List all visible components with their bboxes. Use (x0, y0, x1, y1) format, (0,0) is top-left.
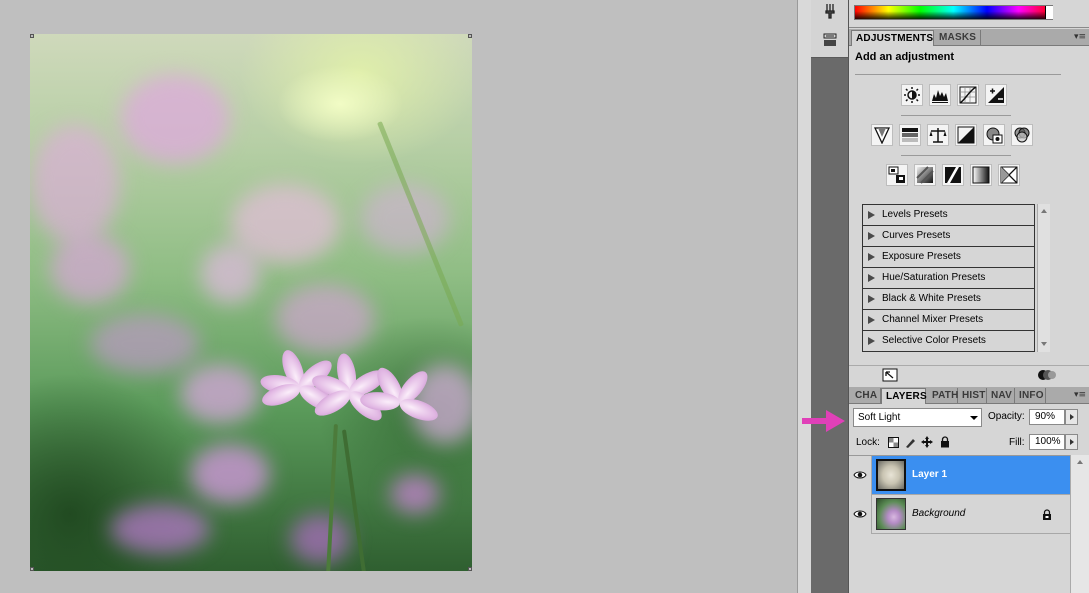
expand-triangle-icon[interactable] (868, 274, 875, 282)
flower-photo (30, 34, 472, 571)
adjustments-title: Add an adjustment (855, 51, 955, 63)
layer-name[interactable]: Layer 1 (912, 469, 947, 480)
levels-icon[interactable] (929, 84, 951, 106)
presets-scrollbar[interactable] (1037, 204, 1050, 352)
layer-thumbnail[interactable] (876, 498, 906, 530)
lock-label: Lock: (856, 437, 880, 448)
vibrance-icon[interactable] (871, 124, 893, 146)
separator (901, 155, 1011, 156)
scroll-up-icon[interactable] (1077, 460, 1083, 464)
tab-info[interactable]: INFO (1015, 388, 1046, 404)
opacity-field[interactable]: 90% (1029, 409, 1065, 425)
lock-position-icon[interactable] (921, 436, 933, 448)
color-ramp[interactable] (854, 5, 1053, 20)
white-swatch[interactable] (1045, 6, 1053, 19)
expand-triangle-icon[interactable] (868, 316, 875, 324)
invert-icon[interactable] (886, 164, 908, 186)
preset-label: Black & White Presets (882, 293, 981, 304)
black-white-icon[interactable] (955, 124, 977, 146)
tab-navigator[interactable]: NAV (987, 388, 1015, 404)
tab-masks[interactable]: MASKS (935, 30, 981, 46)
collapsed-panel-icons (811, 0, 848, 58)
posterize-icon[interactable] (914, 164, 936, 186)
opacity-slider-button[interactable] (1065, 409, 1078, 425)
curves-icon[interactable] (957, 84, 979, 106)
preset-label: Curves Presets (882, 230, 951, 241)
preset-exposure[interactable]: Exposure Presets (863, 247, 1034, 268)
preset-label: Selective Color Presets (882, 335, 986, 346)
brightness-contrast-icon[interactable] (901, 84, 923, 106)
preset-levels[interactable]: Levels Presets (863, 205, 1034, 226)
visibility-toggle[interactable] (849, 456, 872, 495)
eye-icon[interactable] (852, 467, 868, 483)
panel-dock-divider[interactable] (797, 0, 811, 593)
layers-tabbar: CHA LAYERS PATH HIST NAV INFO ▾≡ (849, 387, 1089, 404)
preset-label: Levels Presets (882, 209, 948, 220)
exposure-icon[interactable] (985, 84, 1007, 106)
tab-paths[interactable]: PATH (928, 388, 958, 404)
layers-scrollbar[interactable] (1070, 455, 1089, 593)
return-to-list-icon[interactable] (882, 368, 898, 382)
color-balance-icon[interactable] (927, 124, 949, 146)
tab-channels[interactable]: CHA (851, 388, 881, 404)
fill-label: Fill: (1009, 437, 1025, 448)
collapsed-panel-dock (811, 0, 848, 593)
photo-filter-icon[interactable] (983, 124, 1005, 146)
selective-color-icon[interactable] (998, 164, 1020, 186)
preset-label: Hue/Saturation Presets (882, 272, 986, 283)
preset-selective-color[interactable]: Selective Color Presets (863, 331, 1034, 352)
blend-mode-value: Soft Light (858, 412, 901, 423)
expand-triangle-icon[interactable] (868, 253, 875, 261)
eye-icon[interactable] (852, 506, 868, 522)
presets-list[interactable]: Levels Presets Curves Presets Exposure P… (862, 204, 1035, 352)
layers-list: Layer 1 Background (849, 455, 1070, 593)
color-panel (849, 0, 1089, 28)
gradient-map-icon[interactable] (970, 164, 992, 186)
tab-adjustments[interactable]: ADJUSTMENTS (851, 30, 934, 46)
preset-curves[interactable]: Curves Presets (863, 226, 1034, 247)
annotation-arrow-icon (802, 408, 846, 434)
scroll-up-icon[interactable] (1041, 209, 1047, 213)
panel-menu-icon[interactable]: ▾≡ (1074, 389, 1086, 401)
tab-history[interactable]: HIST (958, 388, 987, 404)
opacity-label: Opacity: (988, 411, 1025, 422)
preset-black-white[interactable]: Black & White Presets (863, 289, 1034, 310)
expand-triangle-icon[interactable] (868, 211, 875, 219)
preset-label: Exposure Presets (882, 251, 961, 262)
preset-label: Channel Mixer Presets (882, 314, 984, 325)
channel-mixer-icon[interactable] (1011, 124, 1033, 146)
scroll-down-icon[interactable] (1041, 342, 1047, 346)
layer-row-background[interactable]: Background (849, 495, 1070, 534)
threshold-icon[interactable] (942, 164, 964, 186)
lock-image-icon[interactable] (904, 436, 916, 448)
layer-name[interactable]: Background (912, 508, 965, 519)
separator (855, 74, 1061, 75)
tool-icon[interactable] (821, 2, 839, 20)
blend-mode-select[interactable]: Soft Light (853, 408, 982, 427)
lock-all-icon[interactable] (939, 436, 951, 448)
brush-preset-icon[interactable] (821, 31, 839, 49)
fill-field[interactable]: 100% (1029, 434, 1065, 450)
expand-triangle-icon[interactable] (868, 232, 875, 240)
tab-layers[interactable]: LAYERS (881, 388, 927, 404)
preset-hue-saturation[interactable]: Hue/Saturation Presets (863, 268, 1034, 289)
expand-triangle-icon[interactable] (868, 337, 875, 345)
separator (901, 115, 1011, 116)
expand-triangle-icon[interactable] (868, 295, 875, 303)
adjustments-footer (849, 365, 1089, 385)
adjustments-tabbar: ADJUSTMENTS MASKS ▾≡ (849, 29, 1089, 46)
document-canvas[interactable] (0, 0, 797, 593)
preset-channel-mixer[interactable]: Channel Mixer Presets (863, 310, 1034, 331)
visibility-toggle[interactable] (849, 495, 872, 534)
panel-menu-icon[interactable]: ▾≡ (1074, 31, 1086, 43)
lock-transparent-icon[interactable] (887, 436, 899, 448)
right-panel-dock: ADJUSTMENTS MASKS ▾≡ Add an adjustment L… (848, 0, 1089, 593)
chevron-down-icon[interactable] (970, 416, 978, 420)
fill-slider-button[interactable] (1065, 434, 1078, 450)
lock-icon (1042, 509, 1052, 521)
layer-thumbnail[interactable] (876, 459, 906, 491)
layer-row-layer-1[interactable]: Layer 1 (849, 456, 1070, 495)
clip-view-icon[interactable] (1037, 368, 1057, 382)
hue-saturation-icon[interactable] (899, 124, 921, 146)
